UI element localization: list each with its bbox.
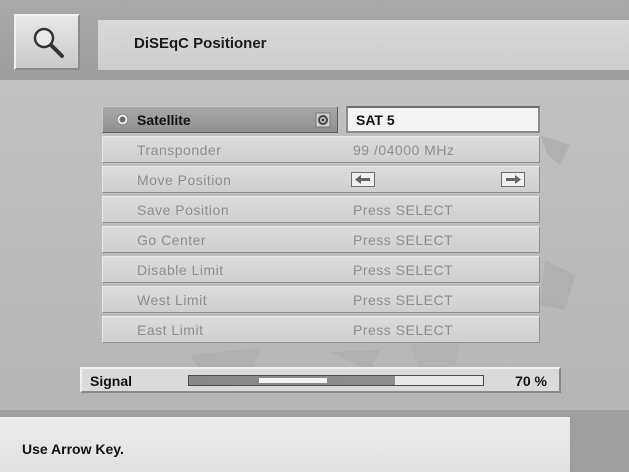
magnifier-icon (14, 14, 80, 70)
arrow-left-icon (355, 175, 370, 184)
signal-value: 70 % (515, 373, 547, 389)
move-east-button[interactable] (501, 172, 525, 187)
header-band: DiSEqC Positioner (98, 20, 629, 70)
satellite-label-cell[interactable]: Satellite (102, 106, 338, 133)
menu-row-transponder[interactable]: Transponder 99 /04000 MHz (102, 136, 540, 163)
move-west-button[interactable] (351, 172, 375, 187)
menu-label: Satellite (137, 112, 191, 128)
menu-value: Press SELECT (353, 322, 454, 338)
satellite-select[interactable]: SAT 5 (346, 106, 540, 133)
menu-label: West Limit (137, 292, 208, 308)
menu-label: Disable Limit (137, 262, 224, 278)
header-bar: DiSEqC Positioner (0, 0, 629, 80)
footer-bar: Use Arrow Key. (0, 410, 629, 472)
positioner-menu: Satellite SAT 5 Transponder 99 /04000 MH… (102, 106, 540, 346)
menu-row-save-position[interactable]: Save Position Press SELECT (102, 196, 540, 223)
positioner-screen: DiSEqC Positioner Satellite SAT 5 Transp… (0, 0, 629, 472)
menu-row-satellite[interactable]: Satellite SAT 5 (102, 106, 540, 133)
menu-value: Press SELECT (353, 262, 454, 278)
menu-row-west-limit[interactable]: West Limit Press SELECT (102, 286, 540, 313)
menu-value: Press SELECT (353, 292, 454, 308)
menu-row-east-limit[interactable]: East Limit Press SELECT (102, 316, 540, 343)
menu-label: Transponder (137, 142, 222, 158)
menu-label: Save Position (137, 202, 230, 218)
signal-highlight (258, 378, 327, 383)
signal-strength-bar (188, 375, 484, 386)
help-text: Use Arrow Key. (22, 441, 124, 457)
satellite-value: SAT 5 (356, 112, 395, 128)
menu-row-move-position[interactable]: Move Position (102, 166, 540, 193)
menu-row-go-center[interactable]: Go Center Press SELECT (102, 226, 540, 253)
signal-label: Signal (90, 373, 133, 389)
page-title: DiSEqC Positioner (134, 35, 267, 52)
menu-value: Press SELECT (353, 232, 454, 248)
help-panel: Use Arrow Key. (0, 417, 570, 472)
gear-icon (315, 112, 331, 128)
menu-value: Press SELECT (353, 202, 454, 218)
menu-label: East Limit (137, 322, 204, 338)
arrow-right-icon (506, 175, 521, 184)
selection-radio-icon (117, 114, 128, 125)
signal-panel: Signal 70 % (80, 367, 561, 393)
menu-label: Go Center (137, 232, 207, 248)
signal-strength-fill (189, 376, 395, 385)
menu-label: Move Position (137, 172, 232, 188)
menu-row-disable-limit[interactable]: Disable Limit Press SELECT (102, 256, 540, 283)
menu-value: 99 /04000 MHz (353, 142, 455, 158)
